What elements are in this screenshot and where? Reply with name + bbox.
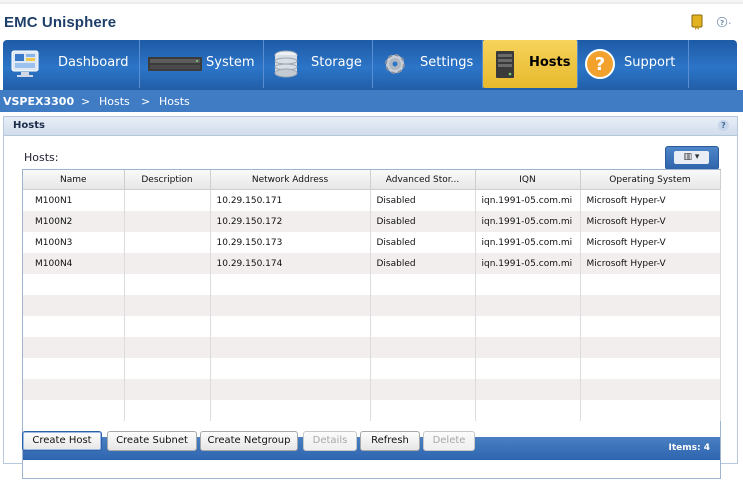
cell-network-address: 10.29.150.172 <box>210 211 371 232</box>
column-header-name[interactable]: Name <box>23 170 125 190</box>
cell-iqn: iqn.1991-05.com.mi <box>475 253 581 274</box>
table-row-empty <box>23 295 721 316</box>
cell-name: M100N1 <box>23 189 125 211</box>
cell-operating-system: Microsoft Hyper-V <box>580 253 721 274</box>
breadcrumb-separator: > <box>141 95 151 108</box>
breadcrumb-hosts[interactable]: Hosts <box>99 95 130 108</box>
create-netgroup-button[interactable]: Create Netgroup <box>200 431 298 451</box>
tab-dashboard[interactable]: Dashboard <box>3 40 140 88</box>
help-circle-icon: ? <box>585 49 615 79</box>
table-row-empty <box>23 358 721 379</box>
server-rack-icon <box>148 57 202 71</box>
help-menu-icon[interactable]: ? <box>717 14 733 30</box>
cell-description <box>124 253 211 274</box>
cell-advanced-storage: Disabled <box>370 189 476 211</box>
column-header-operating-system[interactable]: Operating System <box>580 170 721 190</box>
cell-network-address: 10.29.150.171 <box>210 189 371 211</box>
column-view-button[interactable]: ▥ ▾ <box>665 146 719 170</box>
cell-name: M100N4 <box>23 253 125 274</box>
cell-iqn: iqn.1991-05.com.mi <box>475 211 581 232</box>
column-header-advanced-storage[interactable]: Advanced Stor... <box>370 170 476 190</box>
host-tower-icon <box>496 51 514 78</box>
cell-network-address: 10.29.150.174 <box>210 253 371 274</box>
svg-text:?: ? <box>720 18 724 27</box>
table-row-empty <box>23 379 721 400</box>
cell-network-address: 10.29.150.173 <box>210 232 371 253</box>
brand-bar: EMC Unisphere ? <box>0 4 743 38</box>
tab-settings[interactable]: Settings <box>373 40 483 88</box>
tab-hosts[interactable]: Hosts <box>483 40 578 88</box>
table-row[interactable]: M100N3 10.29.150.173 Disabled iqn.1991-0… <box>23 232 721 253</box>
cell-advanced-storage: Disabled <box>370 211 476 232</box>
hosts-list-label: Hosts: <box>24 151 59 164</box>
table-row[interactable]: M100N2 10.29.150.172 Disabled iqn.1991-0… <box>23 211 721 232</box>
cell-iqn: iqn.1991-05.com.mi <box>475 232 581 253</box>
breadcrumb-current: Hosts <box>159 95 190 108</box>
cell-operating-system: Microsoft Hyper-V <box>580 189 721 211</box>
bookmark-icon[interactable] <box>689 14 705 30</box>
column-header-iqn[interactable]: IQN <box>475 170 581 190</box>
table-row-empty <box>23 337 721 358</box>
cell-name: M100N2 <box>23 211 125 232</box>
main-nav: Dashboard System Storage Settings Hosts … <box>3 40 737 90</box>
app-title: EMC Unisphere <box>4 14 117 31</box>
top-right-tools: ? <box>689 14 733 30</box>
cell-iqn: iqn.1991-05.com.mi <box>475 189 581 211</box>
breadcrumb-system[interactable]: VSPEX3300 <box>3 95 74 108</box>
tab-storage-label: Storage <box>311 55 362 70</box>
panel-header: Hosts ? <box>4 117 737 136</box>
hosts-panel: Hosts ? Hosts: ▥ ▾ Name Description Netw… <box>3 116 738 479</box>
panel-help-icon[interactable]: ? <box>718 120 729 131</box>
table-row-empty <box>23 400 721 421</box>
gear-icon <box>385 54 405 74</box>
table-row-empty <box>23 274 721 295</box>
column-header-description[interactable]: Description <box>124 170 211 190</box>
cell-description <box>124 189 211 211</box>
column-view-icon: ▥ ▾ <box>674 151 709 164</box>
tab-support-label: Support <box>624 55 676 70</box>
refresh-button[interactable]: Refresh <box>360 431 420 451</box>
tab-hosts-label: Hosts <box>529 55 571 70</box>
items-count: Items: 4 <box>668 443 710 453</box>
dashboard-icon <box>11 50 39 77</box>
svg-text:?: ? <box>595 54 605 75</box>
delete-button[interactable]: Delete <box>423 431 475 451</box>
column-header-network-address[interactable]: Network Address <box>210 170 371 190</box>
tab-system-label: System <box>206 55 255 70</box>
table-row-empty <box>23 316 721 337</box>
tab-settings-label: Settings <box>420 55 474 70</box>
table-row[interactable]: M100N1 10.29.150.171 Disabled iqn.1991-0… <box>23 189 721 211</box>
cell-description <box>124 211 211 232</box>
details-button[interactable]: Details <box>303 431 357 451</box>
cell-operating-system: Microsoft Hyper-V <box>580 232 721 253</box>
cell-description <box>124 232 211 253</box>
create-subnet-button[interactable]: Create Subnet <box>107 431 197 451</box>
tab-support[interactable]: ? Support <box>578 40 689 88</box>
tab-storage[interactable]: Storage <box>264 40 373 88</box>
cell-advanced-storage: Disabled <box>370 253 476 274</box>
table-row[interactable]: M100N4 10.29.150.174 Disabled iqn.1991-0… <box>23 253 721 274</box>
table-header-row: Name Description Network Address Advance… <box>23 170 721 190</box>
breadcrumb-separator: > <box>81 95 91 108</box>
tab-dashboard-label: Dashboard <box>58 55 129 70</box>
breadcrumb: VSPEX3300 > Hosts > Hosts <box>0 90 743 112</box>
cell-operating-system: Microsoft Hyper-V <box>580 211 721 232</box>
tab-system[interactable]: System <box>140 40 264 88</box>
create-host-button[interactable]: Create Host <box>22 431 102 451</box>
panel-title: Hosts <box>13 120 45 131</box>
database-icon <box>274 50 298 78</box>
cell-advanced-storage: Disabled <box>370 232 476 253</box>
cell-name: M100N3 <box>23 232 125 253</box>
